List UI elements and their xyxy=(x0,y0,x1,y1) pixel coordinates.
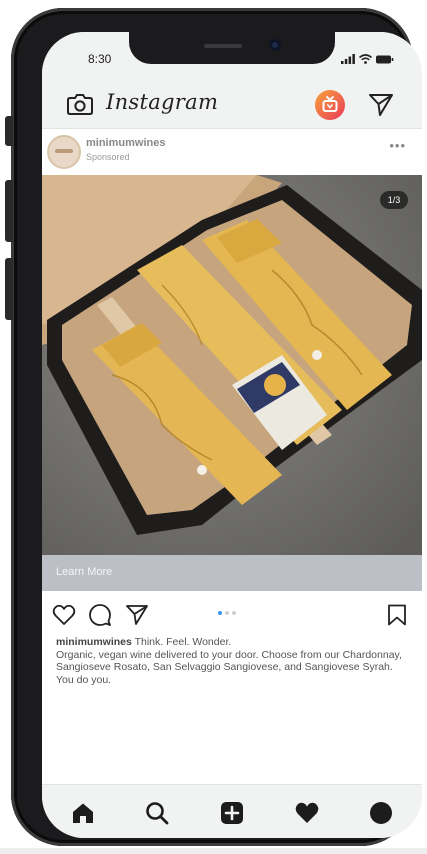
post-username[interactable]: minimumwines xyxy=(86,137,165,149)
phone-notch xyxy=(129,32,335,64)
wine-box-photo xyxy=(42,175,422,555)
heart-icon[interactable] xyxy=(293,799,321,827)
share-icon[interactable] xyxy=(125,604,149,631)
heart-outline-icon[interactable] xyxy=(52,604,76,631)
status-time: 8:30 xyxy=(88,52,112,66)
phone-screen: 8:30 Instagram minimumwines Sponsored ••… xyxy=(42,32,422,838)
page-bottom-strip xyxy=(0,848,427,854)
search-icon[interactable] xyxy=(143,799,171,827)
front-camera xyxy=(269,39,281,51)
post-caption: minimumwines Think. Feel. Wonder. Organi… xyxy=(56,636,408,686)
carousel-dot xyxy=(225,611,229,615)
image-counter-badge: 1/3 xyxy=(380,191,408,209)
caption-username[interactable]: minimumwines xyxy=(56,636,132,648)
carousel-dot xyxy=(232,611,236,615)
instagram-logo: Instagram xyxy=(106,90,219,114)
add-post-icon[interactable] xyxy=(218,799,246,827)
profile-icon[interactable] xyxy=(367,799,395,827)
learn-more-label: Learn More xyxy=(56,566,113,578)
comment-icon[interactable] xyxy=(89,604,111,631)
post-header: minimumwines Sponsored ••• xyxy=(42,129,422,175)
signal-icon xyxy=(341,54,355,64)
avatar[interactable] xyxy=(47,135,81,169)
more-options-icon[interactable]: ••• xyxy=(389,138,406,153)
paper-plane-icon[interactable] xyxy=(368,93,394,122)
home-icon[interactable] xyxy=(69,799,97,827)
battery-icon xyxy=(376,55,394,64)
top-navigation-bar: Instagram xyxy=(42,82,422,129)
carousel-indicator xyxy=(218,611,236,615)
learn-more-button[interactable]: Learn More xyxy=(42,555,422,591)
bottom-tab-bar xyxy=(42,784,422,838)
status-icons xyxy=(341,54,394,64)
igtv-icon[interactable] xyxy=(314,89,346,126)
bookmark-icon[interactable] xyxy=(387,604,407,631)
caption-body: Organic, vegan wine delivered to your do… xyxy=(56,648,402,686)
camera-icon[interactable] xyxy=(67,93,93,120)
mute-switch xyxy=(5,116,13,146)
sponsored-label: Sponsored xyxy=(86,152,130,162)
caption-headline: Think. Feel. Wonder. xyxy=(134,636,232,648)
phone-frame: 8:30 Instagram minimumwines Sponsored ••… xyxy=(5,8,422,846)
post-image[interactable]: 1/3 xyxy=(42,175,422,555)
wifi-icon xyxy=(359,54,372,64)
volume-up-button xyxy=(5,180,13,242)
volume-down-button xyxy=(5,258,13,320)
speaker-grille xyxy=(204,44,242,48)
carousel-dot-active xyxy=(218,611,222,615)
post-actions xyxy=(42,597,422,633)
